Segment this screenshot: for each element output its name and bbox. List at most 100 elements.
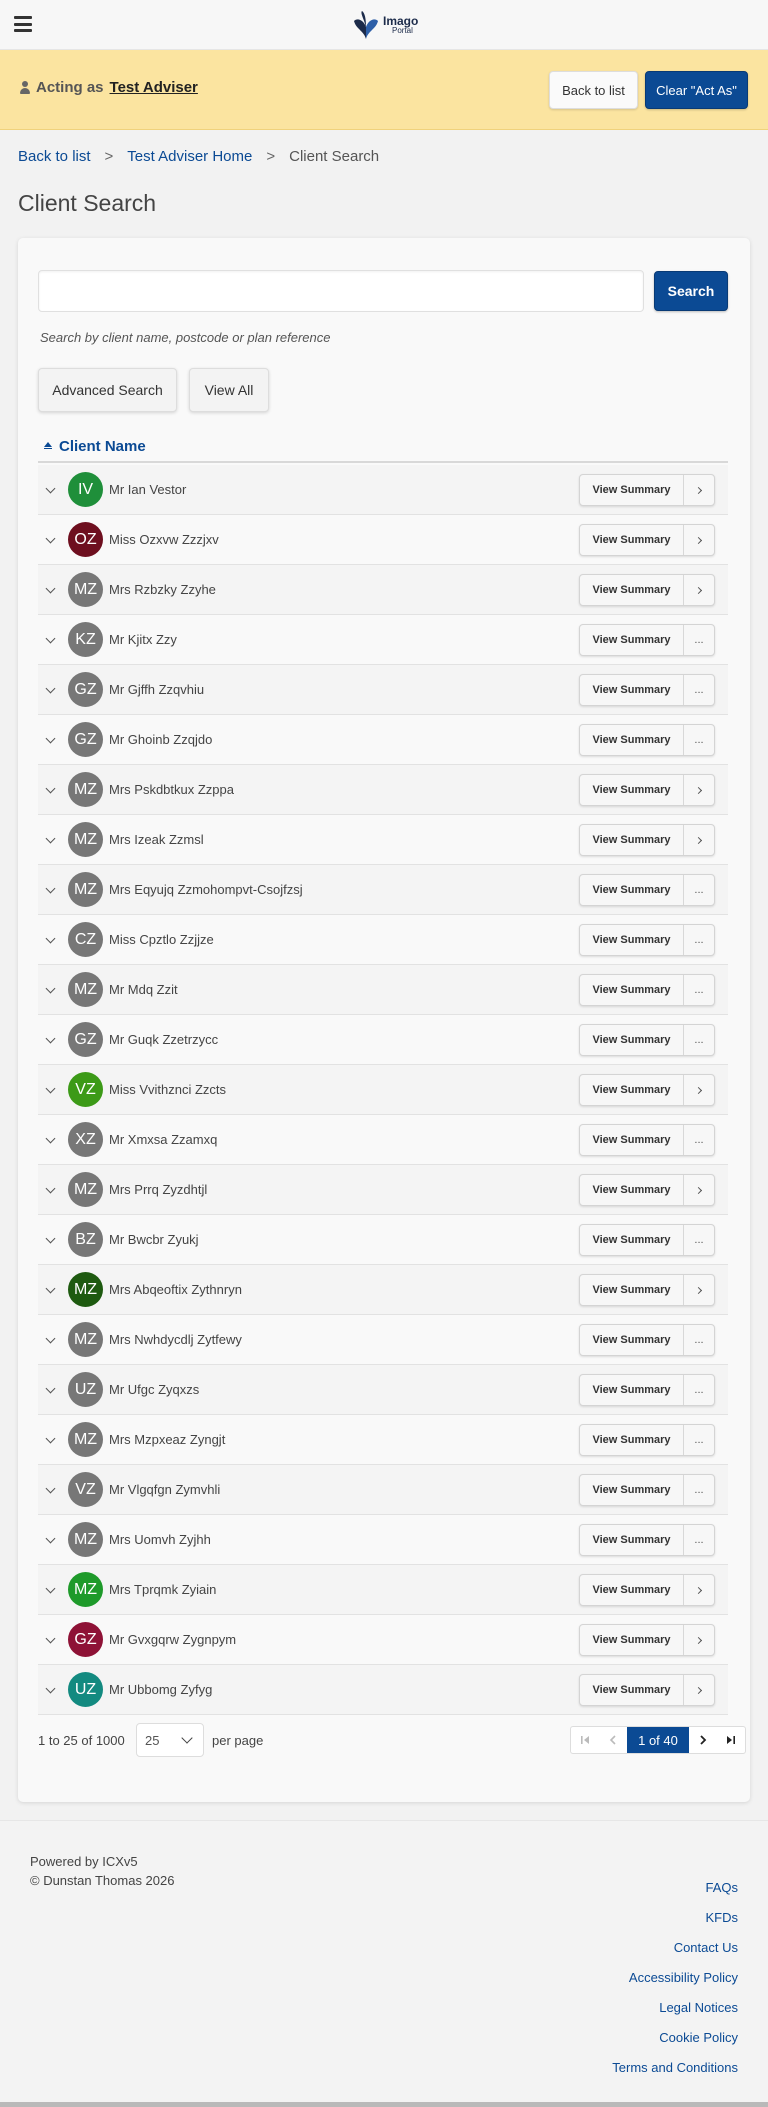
expand-row-chevron-icon[interactable]: [45, 1133, 56, 1144]
view-summary-button[interactable]: View Summary: [580, 675, 683, 705]
view-summary-button[interactable]: View Summary: [580, 1375, 683, 1405]
open-summary-button[interactable]: [683, 1075, 714, 1105]
expand-row-chevron-icon[interactable]: [45, 733, 56, 744]
expand-row-chevron-icon[interactable]: [45, 1183, 56, 1194]
open-summary-button[interactable]: [683, 825, 714, 855]
adviser-name-link[interactable]: Test Adviser: [110, 79, 198, 96]
expand-row-chevron-icon[interactable]: [45, 933, 56, 944]
footer-link-faqs[interactable]: FAQs: [705, 1873, 738, 1903]
next-page-button[interactable]: [689, 1727, 717, 1753]
more-options-button[interactable]: ...: [683, 925, 714, 955]
client-name[interactable]: Mr Ufgc Zyqxzs: [109, 1382, 199, 1397]
view-summary-button[interactable]: View Summary: [580, 625, 683, 655]
expand-row-chevron-icon[interactable]: [45, 1283, 56, 1294]
expand-row-chevron-icon[interactable]: [45, 1333, 56, 1344]
more-options-button[interactable]: ...: [683, 1425, 714, 1455]
first-page-button[interactable]: [571, 1727, 599, 1753]
view-summary-button[interactable]: View Summary: [580, 825, 683, 855]
view-summary-button[interactable]: View Summary: [580, 575, 683, 605]
expand-row-chevron-icon[interactable]: [45, 833, 56, 844]
view-summary-button[interactable]: View Summary: [580, 875, 683, 905]
open-summary-button[interactable]: [683, 525, 714, 555]
advanced-search-button[interactable]: Advanced Search: [38, 368, 177, 412]
footer-link-contact-us[interactable]: Contact Us: [674, 1933, 738, 1963]
client-name[interactable]: Mrs Uomvh Zyjhh: [109, 1532, 211, 1547]
view-summary-button[interactable]: View Summary: [580, 775, 683, 805]
open-summary-button[interactable]: [683, 575, 714, 605]
view-summary-button[interactable]: View Summary: [580, 525, 683, 555]
expand-row-chevron-icon[interactable]: [45, 1433, 56, 1444]
view-all-button[interactable]: View All: [189, 368, 269, 412]
client-name[interactable]: Mrs Abqeoftix Zythnryn: [109, 1282, 242, 1297]
expand-row-chevron-icon[interactable]: [45, 1633, 56, 1644]
expand-row-chevron-icon[interactable]: [45, 883, 56, 894]
view-summary-button[interactable]: View Summary: [580, 1025, 683, 1055]
open-summary-button[interactable]: [683, 1175, 714, 1205]
client-name[interactable]: Mrs Prrq Zyzdhtjl: [109, 1182, 207, 1197]
open-summary-button[interactable]: [683, 775, 714, 805]
footer-link-legal-notices[interactable]: Legal Notices: [659, 1993, 738, 2023]
client-name[interactable]: Mrs Izeak Zzmsl: [109, 832, 204, 847]
more-options-button[interactable]: ...: [683, 875, 714, 905]
logo[interactable]: Imago Portal: [352, 9, 418, 41]
view-summary-button[interactable]: View Summary: [580, 1075, 683, 1105]
view-summary-button[interactable]: View Summary: [580, 1425, 683, 1455]
breadcrumb-adviser-home[interactable]: Test Adviser Home: [127, 148, 252, 165]
expand-row-chevron-icon[interactable]: [45, 583, 56, 594]
client-name[interactable]: Mrs Tprqmk Zyiain: [109, 1582, 216, 1597]
clear-act-as-button[interactable]: Clear "Act As": [645, 71, 748, 109]
client-name[interactable]: Mr Mdq Zzit: [109, 982, 178, 997]
client-name[interactable]: Miss Vvithznci Zzcts: [109, 1082, 226, 1097]
footer-link-cookie-policy[interactable]: Cookie Policy: [659, 2023, 738, 2053]
view-summary-button[interactable]: View Summary: [580, 475, 683, 505]
last-page-button[interactable]: [717, 1727, 745, 1753]
previous-page-button[interactable]: [599, 1727, 627, 1753]
view-summary-button[interactable]: View Summary: [580, 925, 683, 955]
open-summary-button[interactable]: [683, 1275, 714, 1305]
open-summary-button[interactable]: [683, 1625, 714, 1655]
more-options-button[interactable]: ...: [683, 1125, 714, 1155]
view-summary-button[interactable]: View Summary: [580, 1625, 683, 1655]
expand-row-chevron-icon[interactable]: [45, 1083, 56, 1094]
expand-row-chevron-icon[interactable]: [45, 983, 56, 994]
more-options-button[interactable]: ...: [683, 975, 714, 1005]
expand-row-chevron-icon[interactable]: [45, 1533, 56, 1544]
client-name[interactable]: Miss Cpztlo Zzjjze: [109, 932, 214, 947]
open-summary-button[interactable]: [683, 475, 714, 505]
view-summary-button[interactable]: View Summary: [580, 1275, 683, 1305]
client-name[interactable]: Mrs Mzpxeaz Zyngjt: [109, 1432, 225, 1447]
client-name[interactable]: Mr Gjffh Zzqvhiu: [109, 682, 204, 697]
view-summary-button[interactable]: View Summary: [580, 1125, 683, 1155]
client-name[interactable]: Miss Ozxvw Zzzjxv: [109, 532, 219, 547]
client-name[interactable]: Mr Ghoinb Zzqjdo: [109, 732, 212, 747]
search-button[interactable]: Search: [654, 271, 728, 311]
client-name-column-header[interactable]: Client Name: [38, 431, 728, 463]
expand-row-chevron-icon[interactable]: [45, 783, 56, 794]
open-summary-button[interactable]: [683, 1575, 714, 1605]
more-options-button[interactable]: ...: [683, 1525, 714, 1555]
more-options-button[interactable]: ...: [683, 1025, 714, 1055]
expand-row-chevron-icon[interactable]: [45, 483, 56, 494]
expand-row-chevron-icon[interactable]: [45, 1233, 56, 1244]
footer-link-accessibility-policy[interactable]: Accessibility Policy: [629, 1963, 738, 1993]
view-summary-button[interactable]: View Summary: [580, 975, 683, 1005]
view-summary-button[interactable]: View Summary: [580, 1525, 683, 1555]
open-summary-button[interactable]: [683, 1675, 714, 1705]
more-options-button[interactable]: ...: [683, 1475, 714, 1505]
client-name[interactable]: Mr Bwcbr Zyukj: [109, 1232, 199, 1247]
view-summary-button[interactable]: View Summary: [580, 1475, 683, 1505]
client-name[interactable]: Mr Vlgqfgn Zymvhli: [109, 1482, 220, 1497]
client-name[interactable]: Mr Guqk Zzetrzycc: [109, 1032, 218, 1047]
expand-row-chevron-icon[interactable]: [45, 633, 56, 644]
client-name[interactable]: Mr Gvxgqrw Zygnpym: [109, 1632, 236, 1647]
breadcrumb-back-to-list[interactable]: Back to list: [18, 148, 91, 165]
client-name[interactable]: Mr Ubbomg Zyfyg: [109, 1682, 212, 1697]
client-name[interactable]: Mrs Nwhdycdlj Zytfewy: [109, 1332, 242, 1347]
view-summary-button[interactable]: View Summary: [580, 1175, 683, 1205]
expand-row-chevron-icon[interactable]: [45, 1583, 56, 1594]
client-name[interactable]: Mrs Pskdbtkux Zzppa: [109, 782, 234, 797]
footer-link-kfds[interactable]: KFDs: [706, 1903, 739, 1933]
view-summary-button[interactable]: View Summary: [580, 1575, 683, 1605]
expand-row-chevron-icon[interactable]: [45, 1683, 56, 1694]
more-options-button[interactable]: ...: [683, 1375, 714, 1405]
